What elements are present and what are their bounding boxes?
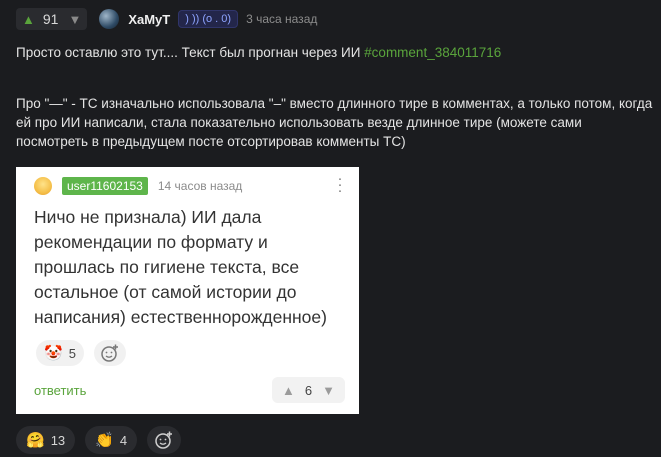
add-reaction-icon [93, 340, 126, 366]
reaction-pill-smiling[interactable]: 🤗 13 [16, 426, 76, 454]
add-reaction-icon [155, 431, 173, 449]
embed-avatar [34, 177, 52, 195]
embedded-screenshot: user11602153 14 часов назад · · · Ничо не … [16, 167, 359, 414]
comment-paragraph-2: Про "—" - ТС изначально использовала "–"… [16, 96, 653, 149]
embed-reaction-pill: 🤡 5 [36, 340, 84, 366]
comment-time[interactable]: 3 часа назад [246, 12, 317, 26]
clapping-hands-icon: 👏 [95, 432, 114, 449]
embed-downvote-icon: ▼ [322, 382, 335, 398]
embed-header: user11602153 14 часов назад [34, 175, 242, 197]
comment-text-line-1: Просто оставлю это тут.... Текст был про… [16, 43, 501, 62]
embed-score: 6 [304, 382, 313, 398]
comment-link[interactable]: #comment_384011716 [364, 45, 501, 60]
embed-footer: ответить ▲ 6 ▼ [34, 377, 345, 403]
embed-reply-link: ответить [34, 382, 87, 398]
reaction-count: 13 [50, 432, 66, 448]
comment-score: 91 [42, 11, 59, 27]
embed-upvote-icon: ▲ [282, 382, 295, 398]
embed-time: 14 часов назад [157, 179, 243, 193]
embed-username: user11602153 [62, 177, 148, 195]
add-reaction-button[interactable] [147, 426, 182, 454]
embed-comment-text: Ничо не признала) ИИ дала рекомендации п… [34, 207, 327, 327]
vote-control: ▲ 91 ▼ [16, 8, 88, 30]
user-badge: ) )) (o . 0) [178, 10, 239, 28]
smiling-face-icon: 🤗 [26, 432, 45, 449]
avatar[interactable] [99, 9, 120, 29]
embed-reactions: 🤡 5 [36, 340, 126, 366]
author-name[interactable]: ХаМуТ [128, 12, 170, 27]
downvote-arrow-icon[interactable]: ▼ [68, 12, 81, 27]
more-options-icon: · · · [337, 170, 343, 199]
upvote-arrow-icon[interactable]: ▲ [22, 12, 35, 27]
reaction-pill-clapping[interactable]: 👏 4 [85, 426, 138, 454]
reaction-count: 4 [119, 432, 128, 448]
reaction-bar: 🤗 13 👏 4 [16, 426, 182, 454]
embed-reaction-count: 5 [68, 345, 76, 361]
comment-text: Просто оставлю это тут.... Текст был про… [16, 45, 365, 60]
embed-vote-control: ▲ 6 ▼ [272, 377, 345, 403]
clown-face-icon: 🤡 [44, 345, 63, 362]
comment-header: ▲ 91 ▼ ХаМуТ ) )) (o . 0) 3 часа назад [16, 7, 317, 31]
